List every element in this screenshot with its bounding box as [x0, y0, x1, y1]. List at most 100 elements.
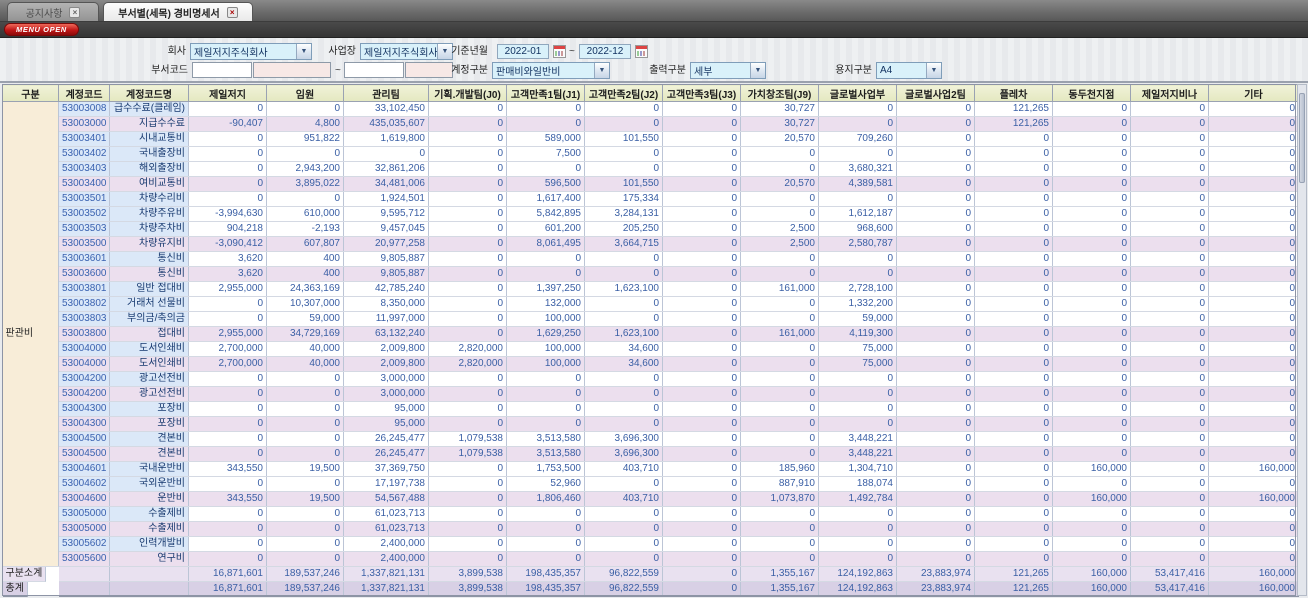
amount-cell: 16,871,601 [188, 581, 267, 597]
amount-cell: 2,820,000 [428, 341, 507, 357]
amount-cell: 23,883,974 [896, 566, 975, 582]
tab-close-icon[interactable]: × [69, 6, 81, 18]
column-header: 기타 [1208, 84, 1299, 102]
amount-cell: 0 [428, 281, 507, 297]
account-code-cell: 53003501 [58, 191, 110, 207]
paper-type-select[interactable]: A4 ▼ [876, 62, 942, 79]
amount-cell: 3,664,715 [584, 236, 663, 252]
amount-cell: 0 [1130, 371, 1209, 387]
amount-cell: 0 [896, 446, 975, 462]
amount-cell: 0 [266, 101, 344, 117]
account-code-cell: 53005602 [58, 536, 110, 552]
company-select[interactable]: 제일저지주식회사 ▼ [190, 43, 312, 60]
workplace-select-value: 제일저지주식회사 [364, 48, 437, 59]
dept-code-label: 부서코드 [151, 65, 188, 76]
amount-cell: 0 [740, 536, 819, 552]
amount-cell: 0 [1052, 431, 1131, 447]
amount-cell: 0 [428, 266, 507, 282]
period-from-input[interactable]: 2022-01 [497, 44, 549, 59]
amount-cell: 121,265 [974, 101, 1053, 117]
amount-cell: 0 [662, 551, 741, 567]
amount-cell: 101,550 [584, 176, 663, 192]
dept-code-from-input[interactable] [192, 62, 252, 78]
menu-open-button[interactable]: MENU OPEN [4, 23, 79, 36]
vertical-scrollbar[interactable] [1297, 84, 1307, 596]
amount-cell: 0 [896, 161, 975, 177]
amount-cell: 185,960 [740, 461, 819, 477]
amount-cell: 0 [188, 476, 267, 492]
amount-cell: 0 [818, 401, 897, 417]
table-row: 53003801 일반 접대비 2,955,000 24,363,169 42,785,… [3, 281, 1299, 297]
amount-cell: 0 [506, 536, 585, 552]
amount-cell: 0 [266, 536, 344, 552]
amount-cell: 0 [506, 551, 585, 567]
workplace-select[interactable]: 제일저지주식회사 ▼ [360, 43, 453, 60]
amount-cell: 20,570 [740, 131, 819, 147]
amount-cell: 0 [662, 491, 741, 507]
amount-cell: 3,513,580 [506, 431, 585, 447]
tab-expense-report[interactable]: 부서별(세목) 경비명세서 × [103, 2, 253, 21]
amount-cell: 198,435,357 [506, 581, 585, 597]
dept-code-from-name-input[interactable] [253, 62, 331, 78]
dept-code-to-input[interactable] [344, 62, 404, 78]
amount-cell: 40,000 [266, 341, 344, 357]
scrollbar-thumb[interactable] [1299, 93, 1305, 183]
amount-cell: 0 [428, 371, 507, 387]
tab-notice[interactable]: 공지사항 × [7, 2, 99, 21]
amount-cell: 0 [818, 116, 897, 132]
account-name-cell: 여비교통비 [109, 176, 189, 192]
account-name-cell: 포장비 [109, 416, 189, 432]
amount-cell: 0 [740, 431, 819, 447]
calendar-icon[interactable] [635, 45, 648, 58]
account-code-cell: 53004000 [58, 341, 110, 357]
amount-cell: 0 [974, 476, 1053, 492]
amount-cell: 400 [266, 251, 344, 267]
account-code-cell [58, 581, 110, 597]
table-row: 53003400 여비교통비 0 3,895,022 34,481,006 0 596,50… [3, 176, 1299, 192]
amount-cell: 1,492,784 [818, 491, 897, 507]
amount-cell: 32,861,206 [343, 161, 429, 177]
amount-cell: 0 [974, 191, 1053, 207]
period-to-input[interactable]: 2022-12 [579, 44, 631, 59]
amount-cell: 1,355,167 [740, 566, 819, 582]
amount-cell: 3,448,221 [818, 446, 897, 462]
table-row: 53005000 수출제비 0 0 61,023,713 0 0 0 0 0 0 0 0 0 0 0 [3, 506, 1299, 522]
amount-cell: 0 [584, 476, 663, 492]
amount-cell: 1,304,710 [818, 461, 897, 477]
account-name-cell: 국내운반비 [109, 461, 189, 477]
account-code-cell: 53003008 [58, 101, 110, 117]
amount-cell: 0 [1208, 341, 1299, 357]
column-header: 플레차 [974, 84, 1053, 102]
amount-cell: 0 [584, 506, 663, 522]
amount-cell: 0 [896, 326, 975, 342]
output-type-select[interactable]: 세부 ▼ [690, 62, 766, 79]
amount-cell: 0 [428, 536, 507, 552]
amount-cell: 0 [1208, 101, 1299, 117]
tab-close-icon[interactable]: × [226, 6, 238, 18]
amount-cell: 0 [896, 536, 975, 552]
amount-cell: 0 [584, 296, 663, 312]
amount-cell: 160,000 [1208, 566, 1299, 582]
table-row: 53004300 포장비 0 0 95,000 0 0 0 0 0 0 0 0 0 0 0 [3, 416, 1299, 432]
amount-cell: 0 [662, 461, 741, 477]
amount-cell: 0 [428, 176, 507, 192]
amount-cell: 0 [896, 506, 975, 522]
amount-cell: 0 [974, 461, 1053, 477]
column-header: 동두천지점 [1052, 84, 1131, 102]
amount-cell: 1,623,100 [584, 281, 663, 297]
amount-cell: 34,481,006 [343, 176, 429, 192]
amount-cell: 75,000 [818, 356, 897, 372]
table-row: 53003601 통신비 3,620 400 9,805,887 0 0 0 0 0 0 0 0 0 0 0 [3, 251, 1299, 267]
amount-cell: 160,000 [1052, 491, 1131, 507]
amount-cell: 0 [662, 536, 741, 552]
amount-cell: 968,600 [818, 221, 897, 237]
amount-cell: 0 [584, 401, 663, 417]
column-header: 관리팀 [343, 84, 429, 102]
account-code-cell: 53005000 [58, 521, 110, 537]
calendar-icon[interactable] [553, 45, 566, 58]
account-code-cell: 53004500 [58, 446, 110, 462]
account-type-select[interactable]: 판매비와일반비 ▼ [492, 62, 610, 79]
amount-cell: 0 [506, 386, 585, 402]
amount-cell: 0 [1130, 446, 1209, 462]
amount-cell: 0 [896, 491, 975, 507]
